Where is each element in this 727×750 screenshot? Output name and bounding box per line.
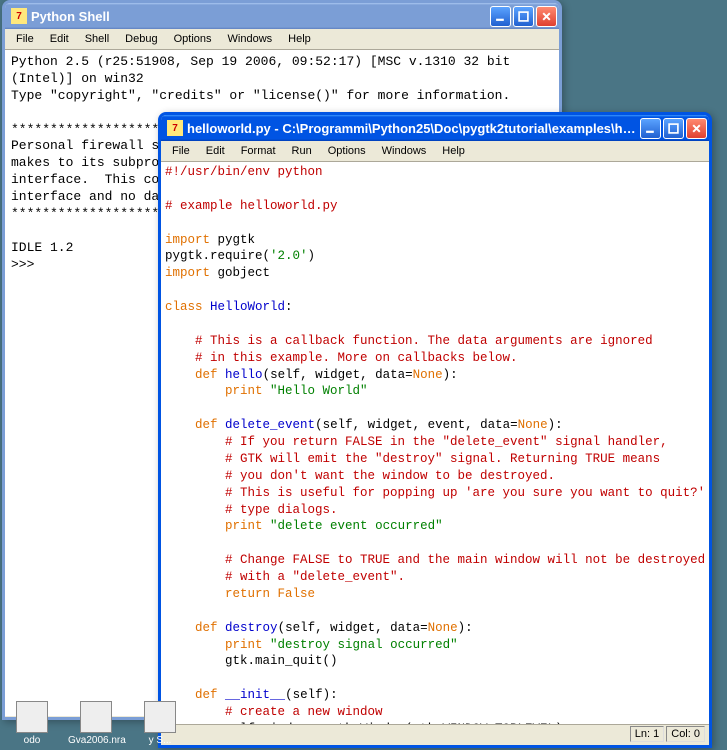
file-icon	[144, 701, 176, 733]
code-line: print "destroy signal occurred"	[165, 637, 705, 654]
editor-window-buttons	[640, 118, 707, 139]
code-line: # This is a callback function. The data …	[165, 333, 705, 350]
python-icon: 7	[167, 120, 183, 136]
file-icon	[16, 701, 48, 733]
code-line: # type dialogs.	[165, 502, 705, 519]
editor-content[interactable]: #!/usr/bin/env python # example hellowor…	[161, 162, 709, 724]
editor-window: 7 helloworld.py - C:\Programmi\Python25\…	[158, 112, 712, 748]
menu-windows[interactable]: Windows	[221, 31, 280, 47]
menu-help[interactable]: Help	[281, 31, 318, 47]
code-line: print "delete event occurred"	[165, 518, 705, 535]
editor-title: helloworld.py - C:\Programmi\Python25\Do…	[187, 121, 640, 136]
code-line: # Change FALSE to TRUE and the main wind…	[165, 552, 705, 569]
code-line	[165, 181, 705, 198]
desktop-icon[interactable]: odo	[4, 701, 60, 746]
code-line: # create a new window	[165, 704, 705, 721]
desktop-icon-label: y S...	[132, 735, 188, 746]
menu-run[interactable]: Run	[285, 143, 319, 159]
shell-menubar: FileEditShellDebugOptionsWindowsHelp	[5, 29, 559, 50]
code-line	[165, 316, 705, 333]
code-line: def destroy(self, widget, data=None):	[165, 620, 705, 637]
menu-file[interactable]: File	[165, 143, 197, 159]
code-line: def delete_event(self, widget, event, da…	[165, 417, 705, 434]
menu-edit[interactable]: Edit	[199, 143, 232, 159]
code-line: #!/usr/bin/env python	[165, 164, 705, 181]
code-line	[165, 603, 705, 620]
menu-help[interactable]: Help	[435, 143, 472, 159]
desktop-icon[interactable]: Gva2006.nra	[68, 701, 124, 746]
desktop-icon-label: odo	[4, 735, 60, 746]
code-line: import pygtk	[165, 232, 705, 249]
menu-shell[interactable]: Shell	[78, 31, 116, 47]
close-button[interactable]	[536, 6, 557, 27]
code-line: gtk.main_quit()	[165, 653, 705, 670]
code-line: # If you return FALSE in the "delete_eve…	[165, 434, 705, 451]
code-line: def hello(self, widget, data=None):	[165, 367, 705, 384]
close-button[interactable]	[686, 118, 707, 139]
code-line: pygtk.require('2.0')	[165, 248, 705, 265]
editor-titlebar[interactable]: 7 helloworld.py - C:\Programmi\Python25\…	[161, 115, 709, 141]
menu-options[interactable]: Options	[167, 31, 219, 47]
minimize-button[interactable]	[490, 6, 511, 27]
maximize-button[interactable]	[513, 6, 534, 27]
code-line	[165, 400, 705, 417]
code-line: import gobject	[165, 265, 705, 282]
menu-options[interactable]: Options	[321, 143, 373, 159]
status-col: Col: 0	[666, 726, 705, 742]
code-line: # This is useful for popping up 'are you…	[165, 485, 705, 502]
desktop-icons: odo Gva2006.nra y S...	[4, 701, 188, 746]
menu-debug[interactable]: Debug	[118, 31, 164, 47]
shell-title: Python Shell	[31, 9, 490, 24]
code-line: # you don't want the window to be destro…	[165, 468, 705, 485]
code-line: # GTK will emit the "destroy" signal. Re…	[165, 451, 705, 468]
shell-titlebar[interactable]: 7 Python Shell	[5, 3, 559, 29]
shell-line: Type "copyright", "credits" or "license(…	[11, 88, 553, 105]
shell-line: Python 2.5 (r25:51908, Sep 19 2006, 09:5…	[11, 54, 553, 88]
minimize-button[interactable]	[640, 118, 661, 139]
desktop-icon[interactable]: y S...	[132, 701, 188, 746]
menu-file[interactable]: File	[9, 31, 41, 47]
code-line: class HelloWorld:	[165, 299, 705, 316]
python-icon: 7	[11, 8, 27, 24]
code-line: # example helloworld.py	[165, 198, 705, 215]
editor-menubar: FileEditFormatRunOptionsWindowsHelp	[161, 141, 709, 162]
code-line	[165, 670, 705, 687]
code-line: def __init__(self):	[165, 687, 705, 704]
code-line	[165, 215, 705, 232]
code-line	[165, 282, 705, 299]
maximize-button[interactable]	[663, 118, 684, 139]
desktop-icon-label: Gva2006.nra	[68, 735, 124, 746]
code-line: print "Hello World"	[165, 383, 705, 400]
code-line: # with a "delete_event".	[165, 569, 705, 586]
code-line	[165, 535, 705, 552]
code-line: return False	[165, 586, 705, 603]
menu-edit[interactable]: Edit	[43, 31, 76, 47]
shell-window-buttons	[490, 6, 557, 27]
editor-statusbar: Ln: 1 Col: 0	[161, 724, 709, 742]
menu-windows[interactable]: Windows	[375, 143, 434, 159]
code-line: # in this example. More on callbacks bel…	[165, 350, 705, 367]
status-line: Ln: 1	[630, 726, 664, 742]
file-icon	[80, 701, 112, 733]
menu-format[interactable]: Format	[234, 143, 283, 159]
